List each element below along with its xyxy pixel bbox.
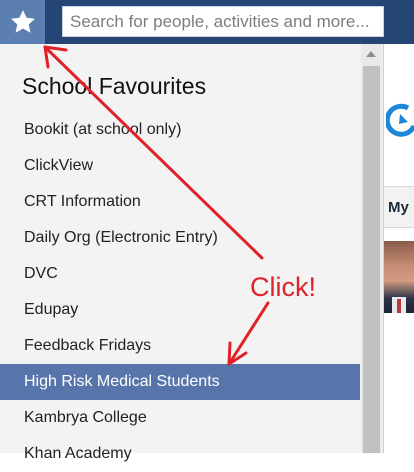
favourite-item[interactable]: Kambrya College [0, 400, 360, 436]
scrollbar[interactable] [361, 44, 382, 453]
favourites-dropdown: School Favourites Bookit (at school only… [0, 44, 384, 462]
background-tab-my[interactable]: My [384, 186, 414, 228]
search-input[interactable] [63, 7, 383, 36]
star-icon [10, 10, 35, 33]
favourite-item[interactable]: Bookit (at school only) [0, 112, 360, 148]
sync-logo-icon [386, 103, 414, 137]
scroll-up-arrow-icon[interactable] [366, 51, 376, 57]
favourite-item[interactable]: Daily Org (Electronic Entry) [0, 220, 360, 256]
favourite-item[interactable]: CRT Information [0, 184, 360, 220]
favourite-item[interactable]: Khan Academy [0, 436, 360, 472]
favourites-button[interactable] [0, 0, 45, 44]
panel-title: School Favourites [22, 73, 207, 99]
top-navigation-bar [0, 0, 414, 44]
profile-photo [384, 241, 414, 313]
favourite-item-selected[interactable]: High Risk Medical Students [0, 364, 360, 400]
search-box[interactable] [62, 6, 384, 37]
favourite-item[interactable]: Feedback Fridays [0, 328, 360, 364]
scrollbar-thumb[interactable] [363, 66, 380, 453]
annotation-label: Click! [250, 272, 316, 302]
favourite-item[interactable]: ClickView [0, 148, 360, 184]
